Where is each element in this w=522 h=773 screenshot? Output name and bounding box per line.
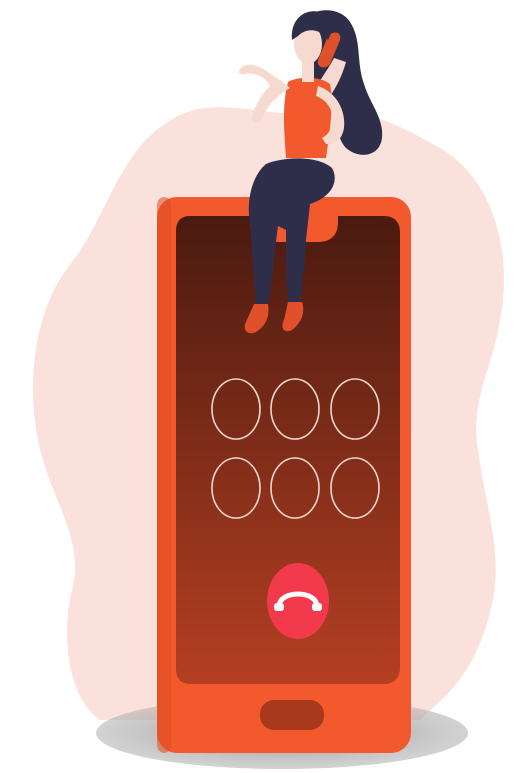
woman-on-phone-illustration [32, 10, 504, 769]
neck [302, 60, 314, 82]
end-call-button[interactable] [267, 563, 329, 639]
home-button[interactable] [260, 700, 324, 730]
phone-body-edge [157, 197, 171, 753]
illustration-stage [0, 0, 522, 773]
